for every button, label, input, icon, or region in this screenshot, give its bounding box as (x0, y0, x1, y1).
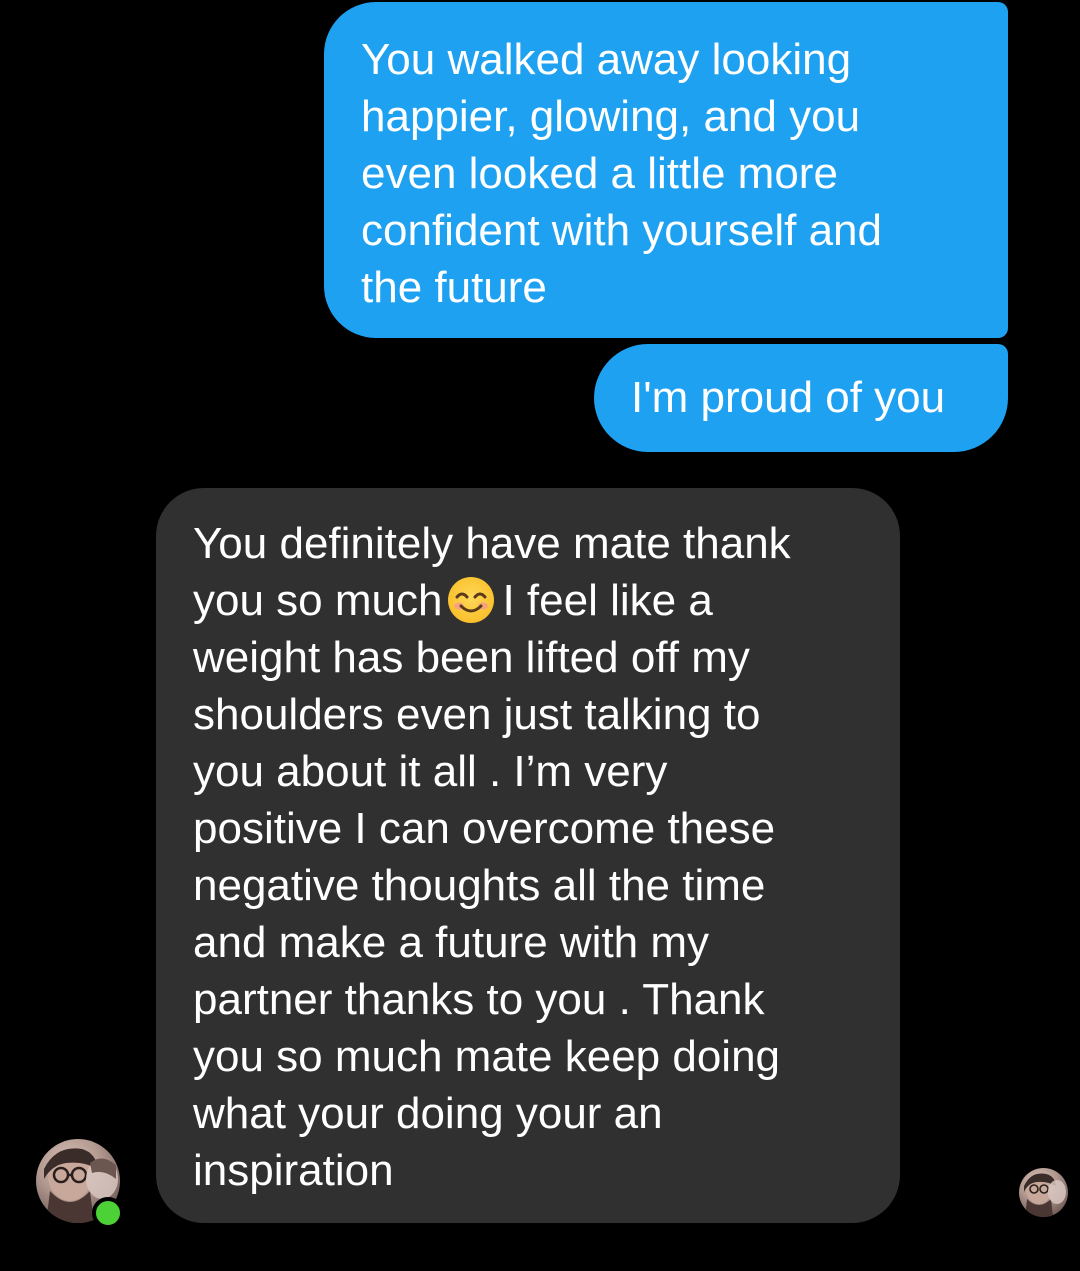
incoming-message-bubble[interactable]: You definitely have mate thank you so mu… (156, 488, 900, 1223)
read-receipt-avatar (1019, 1168, 1068, 1217)
conversation-thread: You walked away looking happier, glowing… (0, 0, 1080, 1271)
smiling-face-emoji-icon (448, 577, 495, 623)
online-status-indicator (92, 1197, 124, 1229)
outgoing-message-bubble[interactable]: You walked away looking happier, glowing… (324, 2, 1008, 338)
message-text: I feel like a weight has been lifted off… (193, 576, 781, 1195)
outgoing-message-bubble[interactable]: I'm proud of you (594, 344, 1008, 452)
